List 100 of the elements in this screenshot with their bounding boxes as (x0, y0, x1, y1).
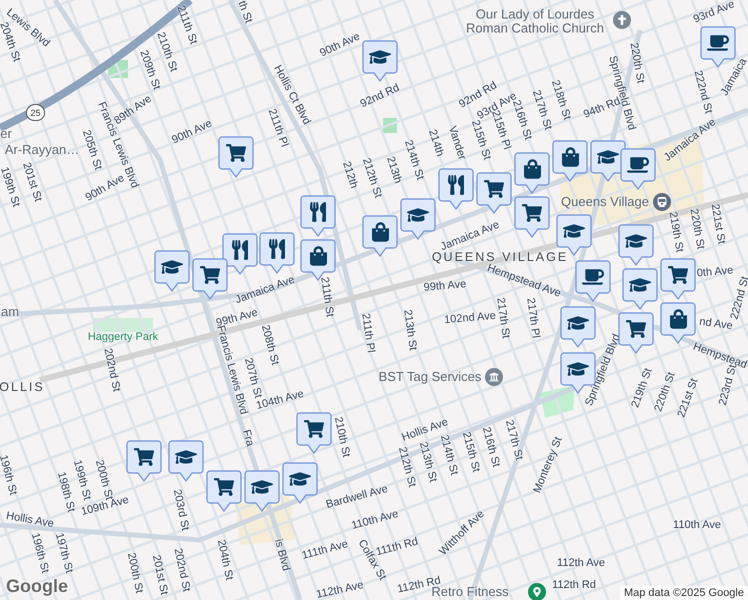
cart-icon (304, 420, 324, 438)
cart-icon (522, 204, 542, 222)
coffee-cup-icon (627, 156, 649, 174)
street-label: 216th St (480, 426, 502, 468)
street-label: 112th Ave (315, 579, 365, 600)
street-label: 201st St (150, 554, 170, 596)
map-pin[interactable] (296, 412, 332, 454)
graduation-cap-icon (563, 222, 585, 240)
map-pin[interactable] (660, 258, 696, 300)
map-attribution: Map data ©2025 Google (620, 586, 748, 600)
street-label: 214th St (438, 434, 460, 476)
coffee-cup-icon (582, 268, 604, 286)
street-label: 92nd Rd (358, 82, 402, 110)
map-pin[interactable] (514, 152, 550, 194)
shopping-bag-icon (524, 158, 540, 178)
map-pin[interactable] (438, 168, 474, 210)
map-pin[interactable] (560, 306, 596, 348)
street-label: 90th Ave (318, 30, 362, 60)
graduation-cap-icon (625, 232, 647, 250)
cart-icon (200, 266, 220, 284)
cart-icon (626, 320, 646, 338)
map-pin[interactable] (218, 136, 254, 178)
map-pin[interactable] (300, 195, 336, 237)
place-label: Our Lady of Lourdes Roman Catholic Church (464, 8, 605, 36)
street-label: 215th St (468, 118, 494, 162)
graduation-cap-icon (161, 258, 183, 276)
street-label: 211th Pl (359, 312, 377, 354)
street-label: 202nd St (102, 347, 122, 393)
street-label: 213th (384, 155, 404, 185)
street-label: 210th St (332, 416, 352, 458)
park-label: Haggerty Park (88, 330, 158, 344)
map-pin[interactable] (618, 224, 654, 266)
street-label: 196th St (28, 532, 52, 574)
shopping-bag-icon (372, 222, 388, 242)
map-pin[interactable] (259, 232, 295, 274)
street-label: 89th Ave (112, 92, 154, 128)
map-pin[interactable] (126, 440, 162, 482)
street-label: 222nd St (691, 69, 715, 115)
street-label: 201st St (20, 160, 44, 204)
street-label: is Blvd (272, 538, 292, 572)
street-label: 212th (340, 160, 360, 190)
street-label: th St (235, 0, 255, 25)
map-pin[interactable] (400, 198, 436, 240)
street-label: Vander (446, 124, 468, 162)
map-pin[interactable] (222, 233, 258, 275)
neighborhood-label: QUEENS VILLAGE (432, 251, 568, 264)
map-pin[interactable] (206, 470, 242, 512)
graduation-cap-icon (597, 148, 619, 166)
graduation-cap-icon (251, 478, 273, 496)
place-label: BST Tag Services (378, 370, 482, 384)
map-pin[interactable] (244, 470, 280, 512)
street-label: Hollis Ave (5, 510, 55, 530)
street-label: 213th St (401, 308, 419, 352)
map-pin[interactable] (476, 172, 512, 214)
map-pin[interactable] (622, 268, 658, 310)
map-pin[interactable] (514, 196, 550, 238)
map-pin[interactable] (575, 260, 611, 302)
street-label: 217th Pl (524, 297, 542, 339)
street-label: 111th Rd (374, 536, 420, 558)
map-pin[interactable] (552, 140, 588, 182)
shopping-bag-icon (562, 146, 578, 166)
map-pin[interactable] (362, 40, 398, 82)
cart-icon (226, 144, 246, 162)
street-label: 93rd Ave (692, 0, 736, 26)
street-label: 111th Ave (300, 538, 350, 562)
street-label: 112th Rd (552, 578, 596, 592)
street-label: 217th St (502, 418, 526, 462)
street-label: 202nd St (172, 547, 192, 593)
street-label: 212th St (396, 446, 418, 488)
place-label: Retro Fitness (431, 584, 509, 600)
street-label: 90th Ave (170, 118, 214, 146)
street-label: 215th St (460, 430, 482, 474)
street-label: 204th St (214, 538, 236, 582)
map-pin[interactable] (282, 462, 318, 504)
street-label: 220th St (652, 370, 678, 414)
street-label: 203rd St (170, 488, 192, 532)
map-pin[interactable] (618, 312, 654, 354)
coffee-cup-icon (707, 34, 729, 52)
shopping-bag-icon (310, 246, 326, 266)
graduation-cap-icon (175, 448, 197, 466)
map-pin[interactable] (154, 250, 190, 292)
street-label: 99th Ave (423, 278, 467, 294)
street-label: 213th St (416, 440, 440, 484)
map-pin[interactable] (620, 148, 656, 190)
street-label: 112th Ave (557, 556, 605, 570)
map-pin[interactable] (192, 258, 228, 300)
park-area (540, 385, 575, 418)
fork-knife-icon (310, 202, 326, 222)
fork-knife-icon (232, 240, 248, 260)
neighborhood-label: OLLIS (0, 381, 45, 395)
street-label: 211th Pl (266, 107, 290, 149)
map-pin[interactable] (362, 215, 398, 257)
street-label: 220th St (687, 208, 707, 250)
graduation-cap-icon (407, 206, 429, 224)
street-label: 196th St (0, 454, 20, 496)
map-pin[interactable] (168, 440, 204, 482)
cart-icon (134, 448, 154, 466)
map-pin[interactable] (660, 302, 696, 344)
shopping-bag-icon (670, 308, 686, 328)
street-label: 110th Ave (673, 518, 721, 532)
